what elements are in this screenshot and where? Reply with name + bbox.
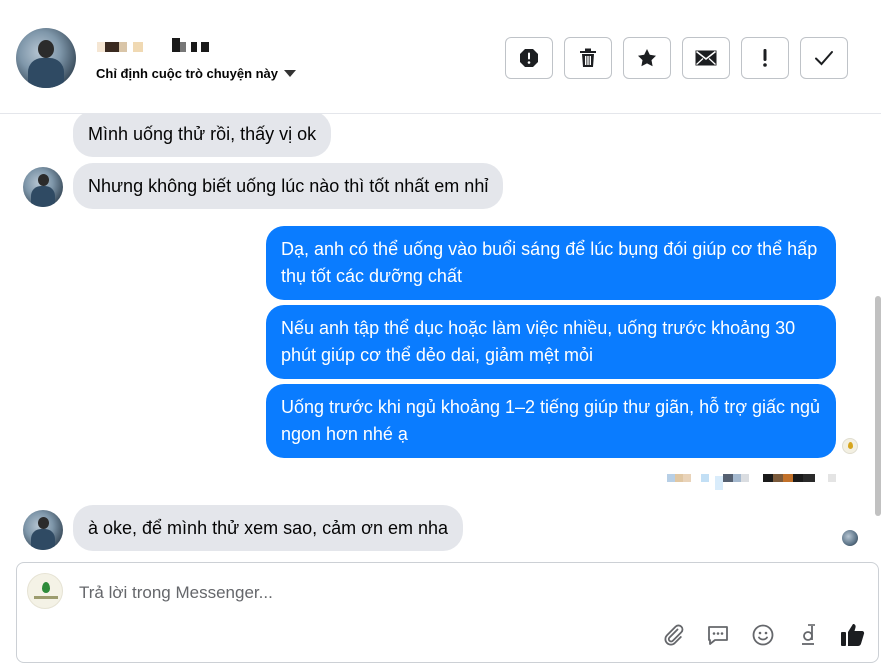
scrollbar-thumb[interactable] <box>875 296 881 516</box>
dong-currency-icon <box>802 624 815 645</box>
outgoing-message[interactable]: Uống trước khi ngủ khoảng 1–2 tiếng giúp… <box>266 384 836 458</box>
contact-avatar-small[interactable] <box>23 167 63 207</box>
envelope-icon <box>695 50 717 66</box>
trash-icon <box>580 48 596 67</box>
saved-reply-button[interactable] <box>705 621 731 649</box>
outgoing-message[interactable]: Dạ, anh có thể uống vào buổi sáng để lúc… <box>266 226 836 300</box>
reply-composer <box>16 562 879 663</box>
exclamation-icon <box>763 49 767 67</box>
caret-down-icon <box>284 70 297 77</box>
thumbs-up-icon <box>841 624 865 646</box>
composer-toolbar <box>660 621 866 649</box>
outgoing-message[interactable]: Nếu anh tập thể dục hoặc làm việc nhiều,… <box>266 305 836 379</box>
like-button[interactable] <box>840 621 866 649</box>
message-thread[interactable]: Mình uống thử rồi, thấy vị ok Nhưng khôn… <box>0 114 881 554</box>
check-icon <box>815 51 833 66</box>
important-button[interactable] <box>741 37 789 79</box>
conversation-toolbar <box>505 37 848 79</box>
payment-button[interactable] <box>795 621 821 649</box>
delete-button[interactable] <box>564 37 612 79</box>
report-button[interactable] <box>505 37 553 79</box>
reply-input[interactable] <box>77 582 781 604</box>
thread-scrollbar[interactable] <box>875 126 881 546</box>
emoji-icon <box>752 624 774 646</box>
page-avatar <box>27 573 63 609</box>
incoming-message[interactable]: Nhưng không biết uống lúc nào thì tốt nh… <box>73 163 504 209</box>
assign-conversation-dropdown[interactable]: Chỉ định cuộc trò chuyện này <box>96 66 297 81</box>
conversation-header: Chỉ định cuộc trò chuyện này <box>0 0 881 114</box>
paperclip-icon <box>664 624 684 646</box>
alert-circle-icon <box>520 49 538 67</box>
assign-label: Chỉ định cuộc trò chuyện này <box>96 66 279 81</box>
incoming-message[interactable]: Mình uống thử rồi, thấy vị ok <box>73 114 332 157</box>
contact-avatar-small[interactable] <box>23 510 63 550</box>
emoji-button[interactable] <box>750 621 776 649</box>
attach-button[interactable] <box>660 621 686 649</box>
done-button[interactable] <box>800 37 848 79</box>
page-read-receipt-avatar <box>842 438 858 454</box>
mark-unread-button[interactable] <box>682 37 730 79</box>
star-button[interactable] <box>623 37 671 79</box>
contact-read-receipt-avatar <box>842 530 858 546</box>
incoming-message[interactable]: à oke, để mình thử xem sao, cảm ơn em nh… <box>73 505 464 551</box>
contact-name-redacted <box>97 38 217 54</box>
star-icon <box>638 49 656 67</box>
saved-reply-icon <box>708 626 728 645</box>
contact-avatar[interactable] <box>16 28 76 88</box>
